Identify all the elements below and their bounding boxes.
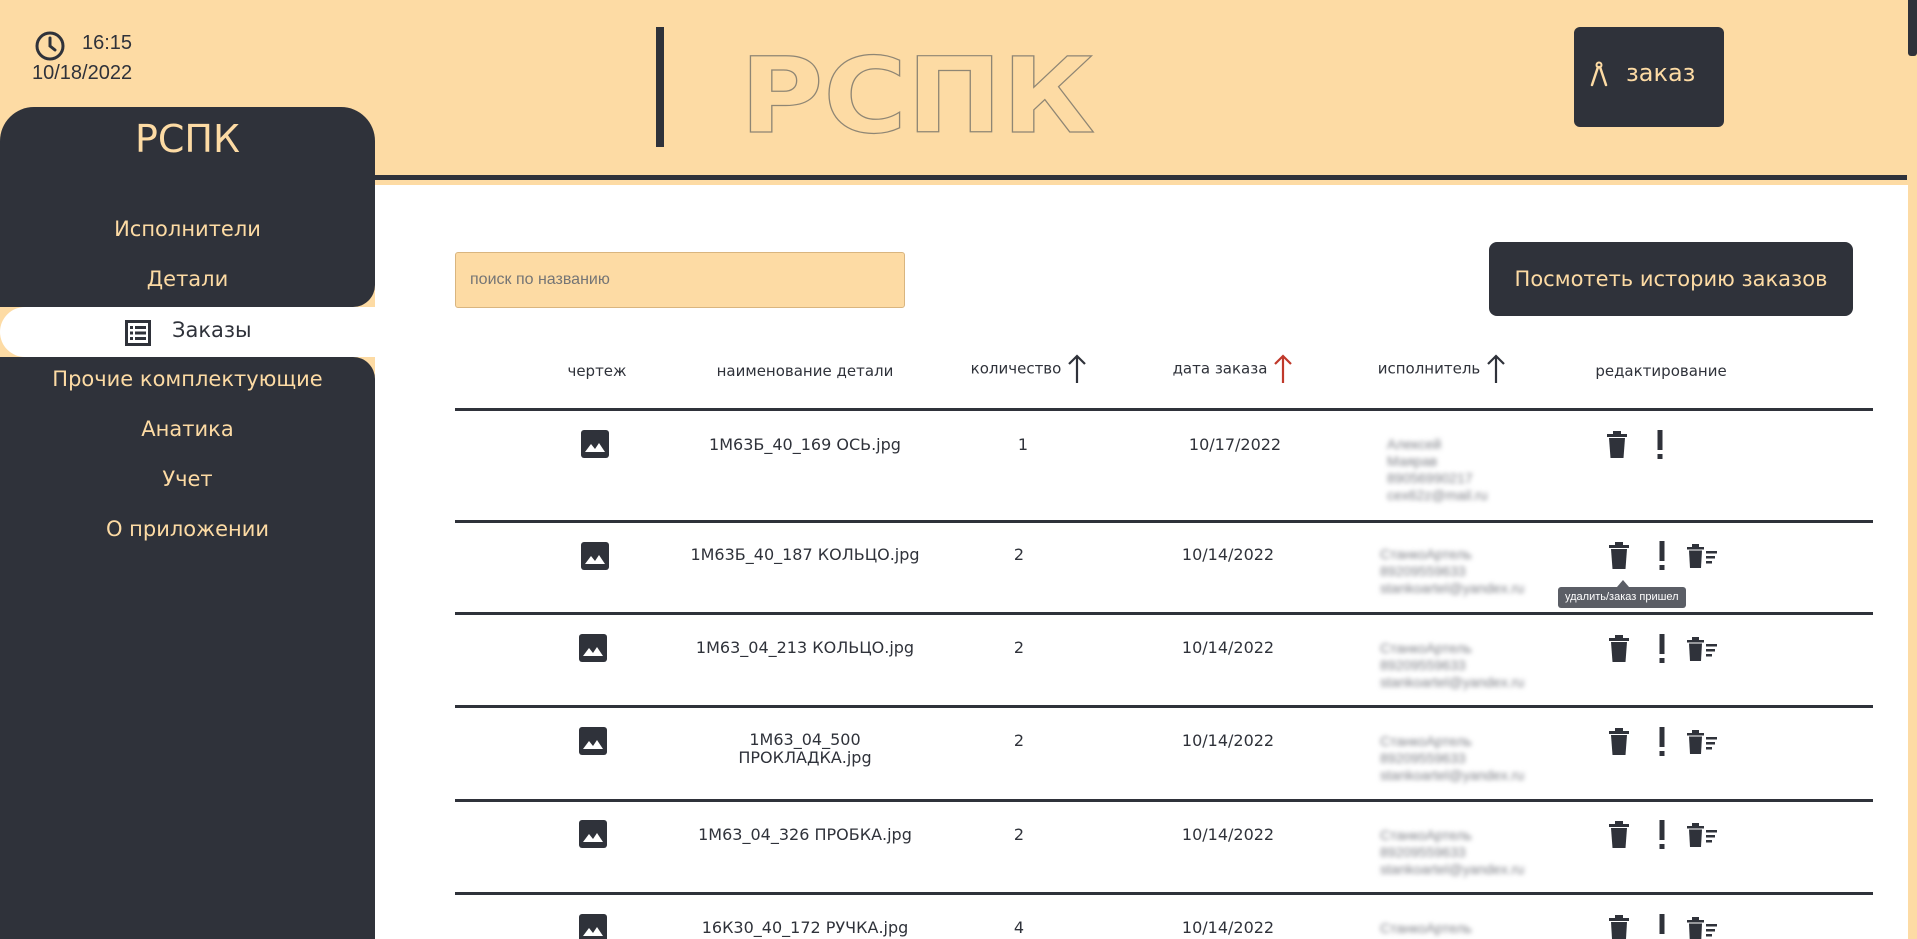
image-icon[interactable] bbox=[579, 820, 607, 848]
alert-icon[interactable] bbox=[1655, 430, 1665, 460]
delete-list-icon[interactable] bbox=[1687, 730, 1717, 754]
performer-info: Алексей Маярав 89056990217 cex62z@mail.r… bbox=[1387, 436, 1488, 503]
alert-icon[interactable] bbox=[1657, 914, 1667, 939]
image-icon[interactable] bbox=[579, 914, 607, 939]
trash-icon[interactable] bbox=[1606, 431, 1628, 459]
trash-icon[interactable] bbox=[1608, 635, 1630, 663]
column-header-performer[interactable]: исполнитель bbox=[1371, 353, 1513, 385]
svg-text:РСПК: РСПК bbox=[740, 50, 1095, 140]
column-header-date[interactable]: дата заказа bbox=[1161, 353, 1305, 385]
alert-icon[interactable] bbox=[1657, 820, 1667, 850]
performer-info: СтанкоАртель 89209559633 stankoartel@yan… bbox=[1380, 546, 1525, 596]
table-divider bbox=[455, 705, 1873, 708]
table-divider bbox=[455, 799, 1873, 802]
main-content: Посмотеть историю заказов чертеж наимено… bbox=[375, 185, 1908, 939]
tooltip: удалить/заказ пришел bbox=[1558, 587, 1686, 608]
compass-icon bbox=[1590, 61, 1608, 87]
search-input[interactable] bbox=[455, 252, 905, 308]
delete-list-icon[interactable] bbox=[1687, 544, 1717, 568]
delete-list-icon[interactable] bbox=[1687, 823, 1717, 847]
sort-arrow-icon[interactable] bbox=[1067, 353, 1087, 385]
detail-name: 1М63_04_326 ПРОБКА.jpg bbox=[698, 825, 912, 844]
sort-arrow-icon[interactable] bbox=[1273, 353, 1293, 385]
image-icon[interactable] bbox=[579, 634, 607, 662]
clock-date: 10/18/2022 bbox=[32, 62, 133, 84]
order-history-button[interactable]: Посмотеть историю заказов bbox=[1489, 242, 1853, 316]
table-divider bbox=[455, 520, 1873, 523]
performer-info: СтанкоАртель 89209559633 stankoartel@yan… bbox=[1380, 640, 1525, 690]
sidebar-item-about[interactable]: О приложении bbox=[0, 517, 375, 541]
table-divider bbox=[455, 612, 1873, 615]
order-date: 10/14/2022 bbox=[1181, 638, 1275, 657]
delete-list-icon[interactable] bbox=[1687, 637, 1717, 661]
performer-info: СтанкоАртель bbox=[1380, 920, 1472, 936]
trash-icon[interactable] bbox=[1608, 728, 1630, 756]
column-header-quantity[interactable]: количество bbox=[951, 353, 1107, 385]
header-logo: РСПК bbox=[740, 50, 1096, 140]
table-divider bbox=[455, 408, 1873, 411]
quantity: 4 bbox=[1013, 918, 1025, 937]
column-header-date-label: дата заказа bbox=[1172, 359, 1268, 378]
alert-icon[interactable] bbox=[1657, 634, 1667, 664]
column-header-quantity-label: количество bbox=[970, 359, 1062, 378]
sidebar-top-panel: РСПК Исполнители Детали bbox=[0, 107, 375, 307]
image-icon[interactable] bbox=[581, 542, 609, 570]
table-icon bbox=[125, 320, 151, 346]
delete-list-icon[interactable] bbox=[1687, 917, 1717, 939]
trash-icon[interactable] bbox=[1608, 821, 1630, 849]
tooltip-arrow bbox=[1617, 580, 1629, 587]
quantity: 2 bbox=[1013, 545, 1025, 564]
clock-icon bbox=[35, 31, 65, 61]
performer-info: СтанкоАртель 89209559633 stankoartel@yan… bbox=[1380, 733, 1525, 783]
sidebar-item-components[interactable]: Прочие комплектующие bbox=[0, 367, 375, 391]
detail-name: 1М63Б_40_169 ОСЬ.jpg bbox=[709, 435, 901, 454]
detail-name: 1М63Б_40_187 КОЛЬЦО.jpg bbox=[690, 545, 920, 564]
sidebar-item-label: Заказы bbox=[172, 318, 252, 342]
sidebar-item-performers[interactable]: Исполнители bbox=[0, 217, 375, 241]
quantity: 2 bbox=[1013, 638, 1025, 657]
column-header-name: наименование детали bbox=[716, 362, 894, 380]
column-header-drawing: чертеж bbox=[567, 362, 627, 380]
order-date: 10/17/2022 bbox=[1188, 435, 1282, 454]
detail-name: 1М63_04_213 КОЛЬЦО.jpg bbox=[695, 638, 915, 657]
alert-icon[interactable] bbox=[1657, 541, 1667, 571]
sidebar: РСПК Исполнители Детали Заказы Прочие ко… bbox=[0, 107, 375, 939]
detail-name: 16К30_40_172 РУЧКА.jpg bbox=[701, 918, 909, 937]
scrollbar-thumb[interactable] bbox=[1908, 0, 1917, 56]
quantity: 2 bbox=[1013, 731, 1025, 750]
performer-info: СтанкоАртель 89209559633 stankoartel@yan… bbox=[1380, 827, 1525, 877]
column-header-performer-label: исполнитель bbox=[1377, 359, 1481, 378]
sidebar-item-accounting[interactable]: Учет bbox=[0, 467, 375, 491]
sidebar-item-orders[interactable]: Заказы bbox=[0, 307, 375, 357]
sidebar-title: РСПК bbox=[134, 117, 240, 161]
alert-icon[interactable] bbox=[1657, 727, 1667, 757]
trash-icon[interactable] bbox=[1608, 915, 1630, 939]
table-divider bbox=[455, 892, 1873, 895]
sidebar-bottom-panel: Прочие комплектующие Анатика Учет О прил… bbox=[0, 357, 375, 939]
column-header-edit: редактирование bbox=[1595, 362, 1727, 380]
trash-icon[interactable] bbox=[1608, 542, 1630, 570]
clock-time: 16:15 bbox=[82, 32, 133, 54]
image-icon[interactable] bbox=[579, 727, 607, 755]
order-date: 10/14/2022 bbox=[1181, 918, 1275, 937]
sidebar-item-details[interactable]: Детали bbox=[0, 267, 375, 291]
order-date: 10/14/2022 bbox=[1181, 731, 1275, 750]
quantity: 2 bbox=[1013, 825, 1025, 844]
header-divider bbox=[656, 27, 664, 147]
order-button-label: заказ bbox=[1626, 59, 1696, 87]
image-icon[interactable] bbox=[581, 430, 609, 458]
order-button[interactable]: заказ bbox=[1574, 27, 1724, 127]
sidebar-item-analytics[interactable]: Анатика bbox=[0, 417, 375, 441]
order-date: 10/14/2022 bbox=[1181, 825, 1275, 844]
detail-name: 1М63_04_500 ПРОКЛАДКА.jpg bbox=[738, 730, 872, 767]
quantity: 1 bbox=[1017, 435, 1029, 454]
order-date: 10/14/2022 bbox=[1181, 545, 1275, 564]
sort-arrow-icon[interactable] bbox=[1486, 353, 1506, 385]
